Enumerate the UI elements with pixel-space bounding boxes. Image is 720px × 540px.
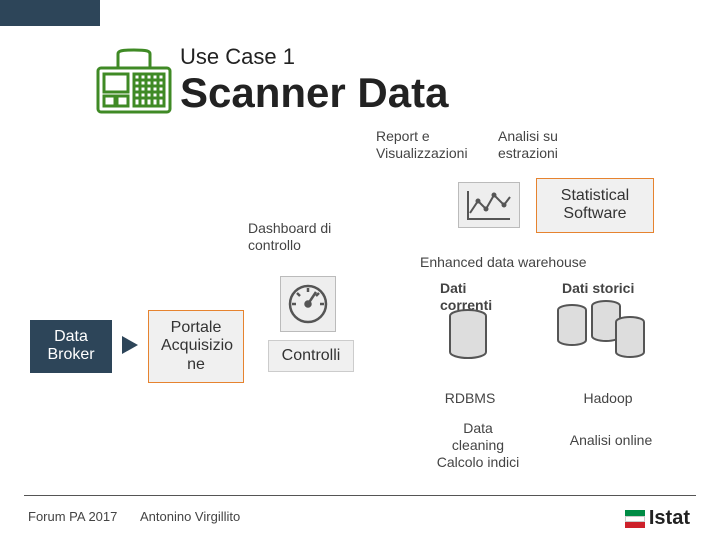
logo-text: Istat [649, 507, 690, 530]
box-statistical-software-label: Statistical Software [549, 187, 641, 224]
box-statistical-software: Statistical Software [536, 178, 654, 233]
database-icon [446, 308, 490, 364]
box-portale: Portale Acquisizio ne [148, 310, 244, 383]
box-portale-label: Portale Acquisizio ne [161, 319, 231, 374]
logo-istat: Istat [625, 507, 690, 530]
use-case-label: Use Case 1 [180, 44, 448, 70]
footer-author: Antonino Virgillito [140, 509, 240, 524]
label-rdbms: RDBMS [440, 390, 500, 407]
gauge-icon [280, 276, 336, 332]
slide: Use Case 1 Scanner Data Report e Visuali… [0, 0, 720, 540]
box-controlli: Controlli [268, 340, 354, 372]
label-enhanced-dw: Enhanced data warehouse [420, 254, 587, 271]
footer-divider [24, 495, 696, 496]
label-data-cleaning: Data cleaning Calcolo indici [428, 420, 528, 470]
label-dati-storici: Dati storici [562, 280, 634, 297]
label-hadoop: Hadoop [568, 390, 648, 407]
top-accent-bar [0, 0, 100, 26]
label-analisi-online: Analisi online [556, 432, 666, 449]
label-analisi-estrazioni: Analisi su estrazioni [498, 128, 558, 162]
box-controlli-label: Controlli [282, 347, 341, 364]
header-block: Use Case 1 Scanner Data [180, 44, 448, 114]
box-data-broker: Data Broker [30, 320, 112, 373]
box-data-broker-label: Data Broker [42, 328, 100, 365]
label-report: Report e Visualizzazioni [376, 128, 468, 162]
flag-icon [625, 510, 645, 528]
page-title: Scanner Data [180, 72, 448, 114]
database-icon-group [554, 300, 650, 366]
label-dashboard: Dashboard di controllo [248, 220, 331, 254]
line-chart-icon [458, 182, 520, 228]
footer-event: Forum PA 2017 [28, 509, 117, 524]
arrow-right-icon [122, 336, 138, 354]
scanner-icon [96, 48, 172, 123]
